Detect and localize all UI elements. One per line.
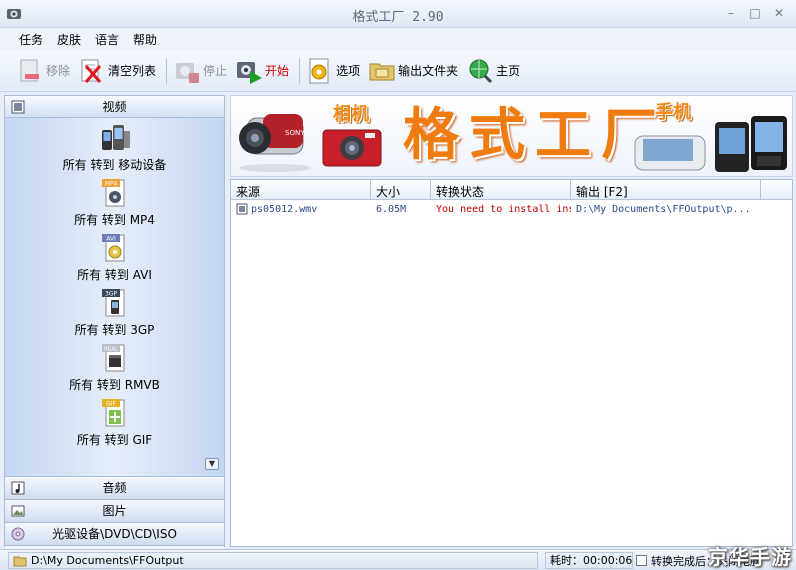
start-label: 开始 xyxy=(265,64,290,78)
gear-icon xyxy=(309,58,329,83)
disc-icon xyxy=(11,527,25,541)
shutdown-checkbox[interactable] xyxy=(636,555,647,566)
source-filename: ps05012.wmv xyxy=(251,203,318,215)
format-item-label: 所有 转到 GIF xyxy=(76,433,153,447)
folder-icon xyxy=(13,556,27,566)
start-button[interactable]: 开始 xyxy=(233,53,295,89)
column-header-size[interactable]: 大小 xyxy=(371,180,431,199)
output-path[interactable]: D:\My Documents\FFOutput xyxy=(8,552,538,569)
toolbar: 移除 清空列表 停止 开始 选项 输出文件夹 主页 xyxy=(0,50,796,92)
camera-tag: 相机 xyxy=(333,104,369,125)
remove-icon xyxy=(20,59,39,81)
toolbar-separator xyxy=(299,57,301,84)
column-header-output[interactable]: 输出 [F2] xyxy=(571,180,761,199)
film-icon xyxy=(11,100,25,114)
category-audio[interactable]: 音频 xyxy=(5,476,224,499)
banner-title: 格式工厂 xyxy=(403,102,667,168)
menu-bar: 任务 皮肤 语言 帮助 xyxy=(0,28,796,49)
picture-icon xyxy=(11,505,25,517)
avi-badge: AVI xyxy=(106,236,116,243)
clear-list-button[interactable]: 清空列表 xyxy=(76,53,162,89)
format-item-rmvb[interactable]: REAL 所有 转到 RMVB xyxy=(5,342,224,393)
category-image[interactable]: 图片 xyxy=(5,499,224,522)
format-item-mobile[interactable]: 所有 转到 移动设备 xyxy=(5,122,224,173)
column-header-status[interactable]: 转换状态 xyxy=(431,180,571,199)
rmvb-badge: REAL xyxy=(103,347,118,353)
output-folder-button[interactable]: 输出文件夹 xyxy=(366,53,464,89)
video-file-icon xyxy=(236,203,248,215)
camera-brand: SONY xyxy=(285,129,305,137)
stop-label: 停止 xyxy=(203,64,228,78)
video-camera-icon: SONY xyxy=(239,114,311,172)
globe-search-icon xyxy=(469,59,493,83)
mp4-badge: MP4 xyxy=(104,181,117,188)
mobile-phones-icon xyxy=(634,116,787,172)
window-title: 格式工厂 2.90 xyxy=(352,10,444,25)
home-label: 主页 xyxy=(496,64,521,78)
format-item-label: 所有 转到 RMVB xyxy=(69,378,160,392)
cell-status: You need to install ins xyxy=(436,203,571,215)
mobile-device-icon xyxy=(101,125,130,150)
maximize-icon[interactable]: □ xyxy=(746,4,764,22)
watermark: 京华手游 xyxy=(708,545,792,569)
elapsed-time: 耗时：00:00:06 xyxy=(545,552,633,569)
options-button[interactable]: 选项 xyxy=(304,53,366,89)
scroll-down-icon[interactable]: ▼ xyxy=(205,458,219,470)
status-bar: D:\My Documents\FFOutput 耗时：00:00:06 转换完… xyxy=(0,549,796,570)
category-audio-label: 音频 xyxy=(102,481,127,495)
banner: SONY 相机 格式工厂 手机 xyxy=(230,95,793,177)
format-item-mp4[interactable]: MP4 所有 转到 MP4 xyxy=(5,177,224,228)
avi-file-icon: AVI xyxy=(101,234,124,262)
menu-help[interactable]: 帮助 xyxy=(126,28,164,49)
3gp-badge: 3GP xyxy=(104,291,116,298)
category-rom-label: 光驱设备\DVD\CD\ISO xyxy=(52,527,177,541)
digital-camera-icon xyxy=(322,129,382,167)
stop-button[interactable]: 停止 xyxy=(171,53,233,89)
video-format-list: 所有 转到 移动设备 MP4 所有 转到 MP4 AVI 所有 转到 AVI 3… xyxy=(5,118,224,476)
table-header: 来源 大小 转换状态 输出 [F2] xyxy=(231,180,792,200)
task-table: 来源 大小 转换状态 输出 [F2] ps05012.wmv 6.05M You… xyxy=(230,179,793,547)
gif-badge: GIF xyxy=(106,401,116,408)
format-item-avi[interactable]: AVI 所有 转到 AVI xyxy=(5,232,224,283)
format-item-label: 所有 转到 3GP xyxy=(74,323,155,337)
start-icon xyxy=(237,61,263,84)
menu-task[interactable]: 任务 xyxy=(12,28,50,49)
close-icon[interactable]: ✕ xyxy=(770,4,788,22)
gif-file-icon: GIF xyxy=(101,399,124,427)
category-image-label: 图片 xyxy=(102,504,127,518)
remove-label: 移除 xyxy=(46,64,71,78)
output-path-text: D:\My Documents\FFOutput xyxy=(31,554,184,567)
folder-icon xyxy=(369,63,395,80)
category-video-label: 视频 xyxy=(102,100,127,114)
toolbar-separator xyxy=(166,57,168,84)
category-panel: 视频 所有 转到 移动设备 MP4 所有 转到 MP4 AVI 所有 转到 AV… xyxy=(4,95,225,568)
menu-skin[interactable]: 皮肤 xyxy=(50,28,88,49)
music-note-icon xyxy=(11,481,25,495)
category-rom[interactable]: 光驱设备\DVD\CD\ISO xyxy=(5,522,224,545)
stop-icon xyxy=(176,62,200,83)
cell-size: 6.05M xyxy=(376,203,407,215)
cell-source: ps05012.wmv xyxy=(231,203,371,215)
category-video-header[interactable]: 视频 xyxy=(5,96,224,118)
title-bar: 格式工厂 2.90 – □ ✕ xyxy=(0,0,796,28)
mp4-file-icon: MP4 xyxy=(101,179,124,207)
rmvb-file-icon: REAL xyxy=(101,344,124,372)
format-item-label: 所有 转到 移动设备 xyxy=(62,158,167,172)
clear-list-label: 清空列表 xyxy=(108,64,157,78)
cell-output: D:\My Documents\FFOutput\p... xyxy=(576,203,751,215)
output-folder-label: 输出文件夹 xyxy=(398,64,459,78)
3gp-file-icon: 3GP xyxy=(101,289,124,317)
table-row[interactable]: ps05012.wmv 6.05M You need to install in… xyxy=(231,200,792,218)
format-item-label: 所有 转到 AVI xyxy=(77,268,152,282)
remove-button[interactable]: 移除 xyxy=(14,53,76,89)
column-header-source[interactable]: 来源 xyxy=(231,180,371,199)
clear-list-icon xyxy=(81,59,102,83)
menu-language[interactable]: 语言 xyxy=(88,28,126,49)
format-item-3gp[interactable]: 3GP 所有 转到 3GP xyxy=(5,287,224,338)
format-item-gif[interactable]: GIF 所有 转到 GIF xyxy=(5,397,224,448)
home-button[interactable]: 主页 xyxy=(464,53,526,89)
format-item-label: 所有 转到 MP4 xyxy=(74,213,155,227)
options-label: 选项 xyxy=(336,64,361,78)
minimize-icon[interactable]: – xyxy=(722,4,740,22)
